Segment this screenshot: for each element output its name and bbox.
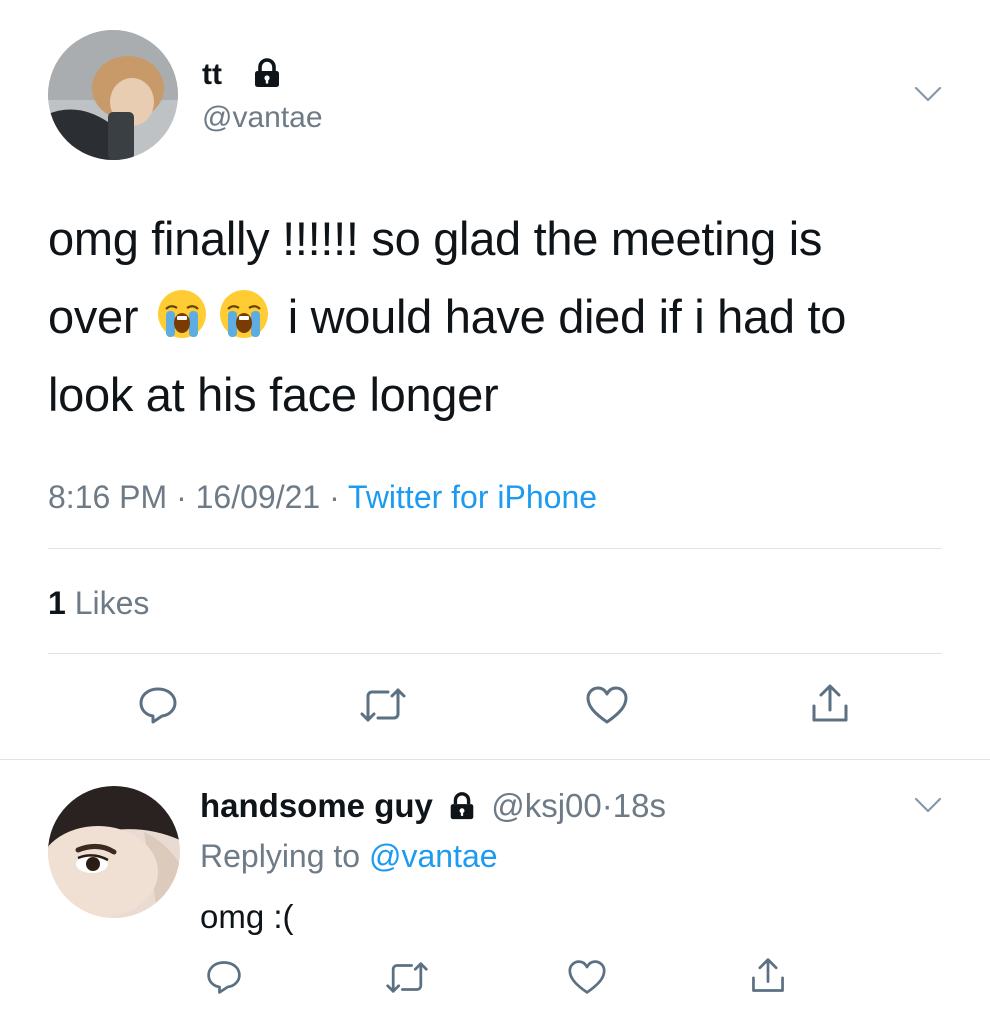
- avatar-main[interactable]: [48, 30, 178, 160]
- chevron-down-icon[interactable]: [913, 795, 943, 815]
- tweet-source-link[interactable]: Twitter for iPhone: [348, 479, 597, 515]
- reply-handle[interactable]: @ksj00: [491, 787, 602, 824]
- reply-display-name[interactable]: handsome guy: [200, 787, 433, 824]
- tweet-body: omg finally !!!!!! so glad the meeting i…: [48, 200, 968, 434]
- likes-stat[interactable]: 1 Likes: [48, 584, 149, 622]
- like-icon[interactable]: [584, 684, 630, 726]
- loudly-crying-face-emoji: [155, 286, 209, 340]
- tweet-body-line-3: look at his face longer: [48, 368, 499, 421]
- replying-to-label: Replying to: [200, 838, 361, 874]
- retweet-icon[interactable]: [358, 686, 408, 724]
- tweet-time: 8:16 PM: [48, 479, 168, 515]
- reply-text: omg :(: [200, 898, 294, 935]
- meta-separator: ·: [176, 479, 187, 515]
- tweet-date: 16/09/21: [195, 479, 321, 515]
- main-display-name[interactable]: tt: [202, 58, 222, 92]
- avatar-reply-image: [48, 786, 180, 918]
- lock-icon: [446, 790, 478, 822]
- tweet-body-line-2-start: over: [48, 290, 139, 343]
- retweet-icon[interactable]: [384, 960, 430, 995]
- likes-label: Likes: [74, 585, 150, 621]
- chevron-down-icon[interactable]: [913, 84, 943, 104]
- replying-to-handle[interactable]: @vantae: [369, 838, 498, 874]
- lock-icon: [250, 56, 284, 90]
- like-icon[interactable]: [566, 958, 608, 996]
- main-handle[interactable]: @vantae: [202, 100, 323, 136]
- avatar-reply[interactable]: [48, 786, 180, 918]
- tweet-body-line-2: over i would have died if i had to: [48, 278, 968, 356]
- tweet-body-line-1: omg finally !!!!!! so glad the meeting i…: [48, 212, 823, 265]
- avatar-main-image: [48, 30, 178, 160]
- tweet-meta: 8:16 PM · 16/09/21 · Twitter for iPhone: [48, 478, 597, 516]
- divider: [0, 759, 990, 760]
- divider: [48, 548, 942, 549]
- reply-icon[interactable]: [136, 684, 180, 726]
- tweet-body-line-2-end: i would have died if i had to: [287, 290, 847, 343]
- loudly-crying-face-emoji: [217, 286, 271, 340]
- likes-count: 1: [48, 585, 66, 621]
- share-icon[interactable]: [808, 682, 852, 726]
- divider: [48, 653, 942, 654]
- meta-separator: ·: [329, 479, 340, 515]
- reply-header: handsome guy @ksj00·18s: [200, 786, 666, 826]
- reply-icon[interactable]: [204, 958, 244, 996]
- replying-to: Replying to @vantae: [200, 836, 498, 876]
- reply-separator: ·: [601, 787, 613, 824]
- reply-timestamp[interactable]: 18s: [613, 787, 666, 824]
- share-icon[interactable]: [748, 956, 788, 996]
